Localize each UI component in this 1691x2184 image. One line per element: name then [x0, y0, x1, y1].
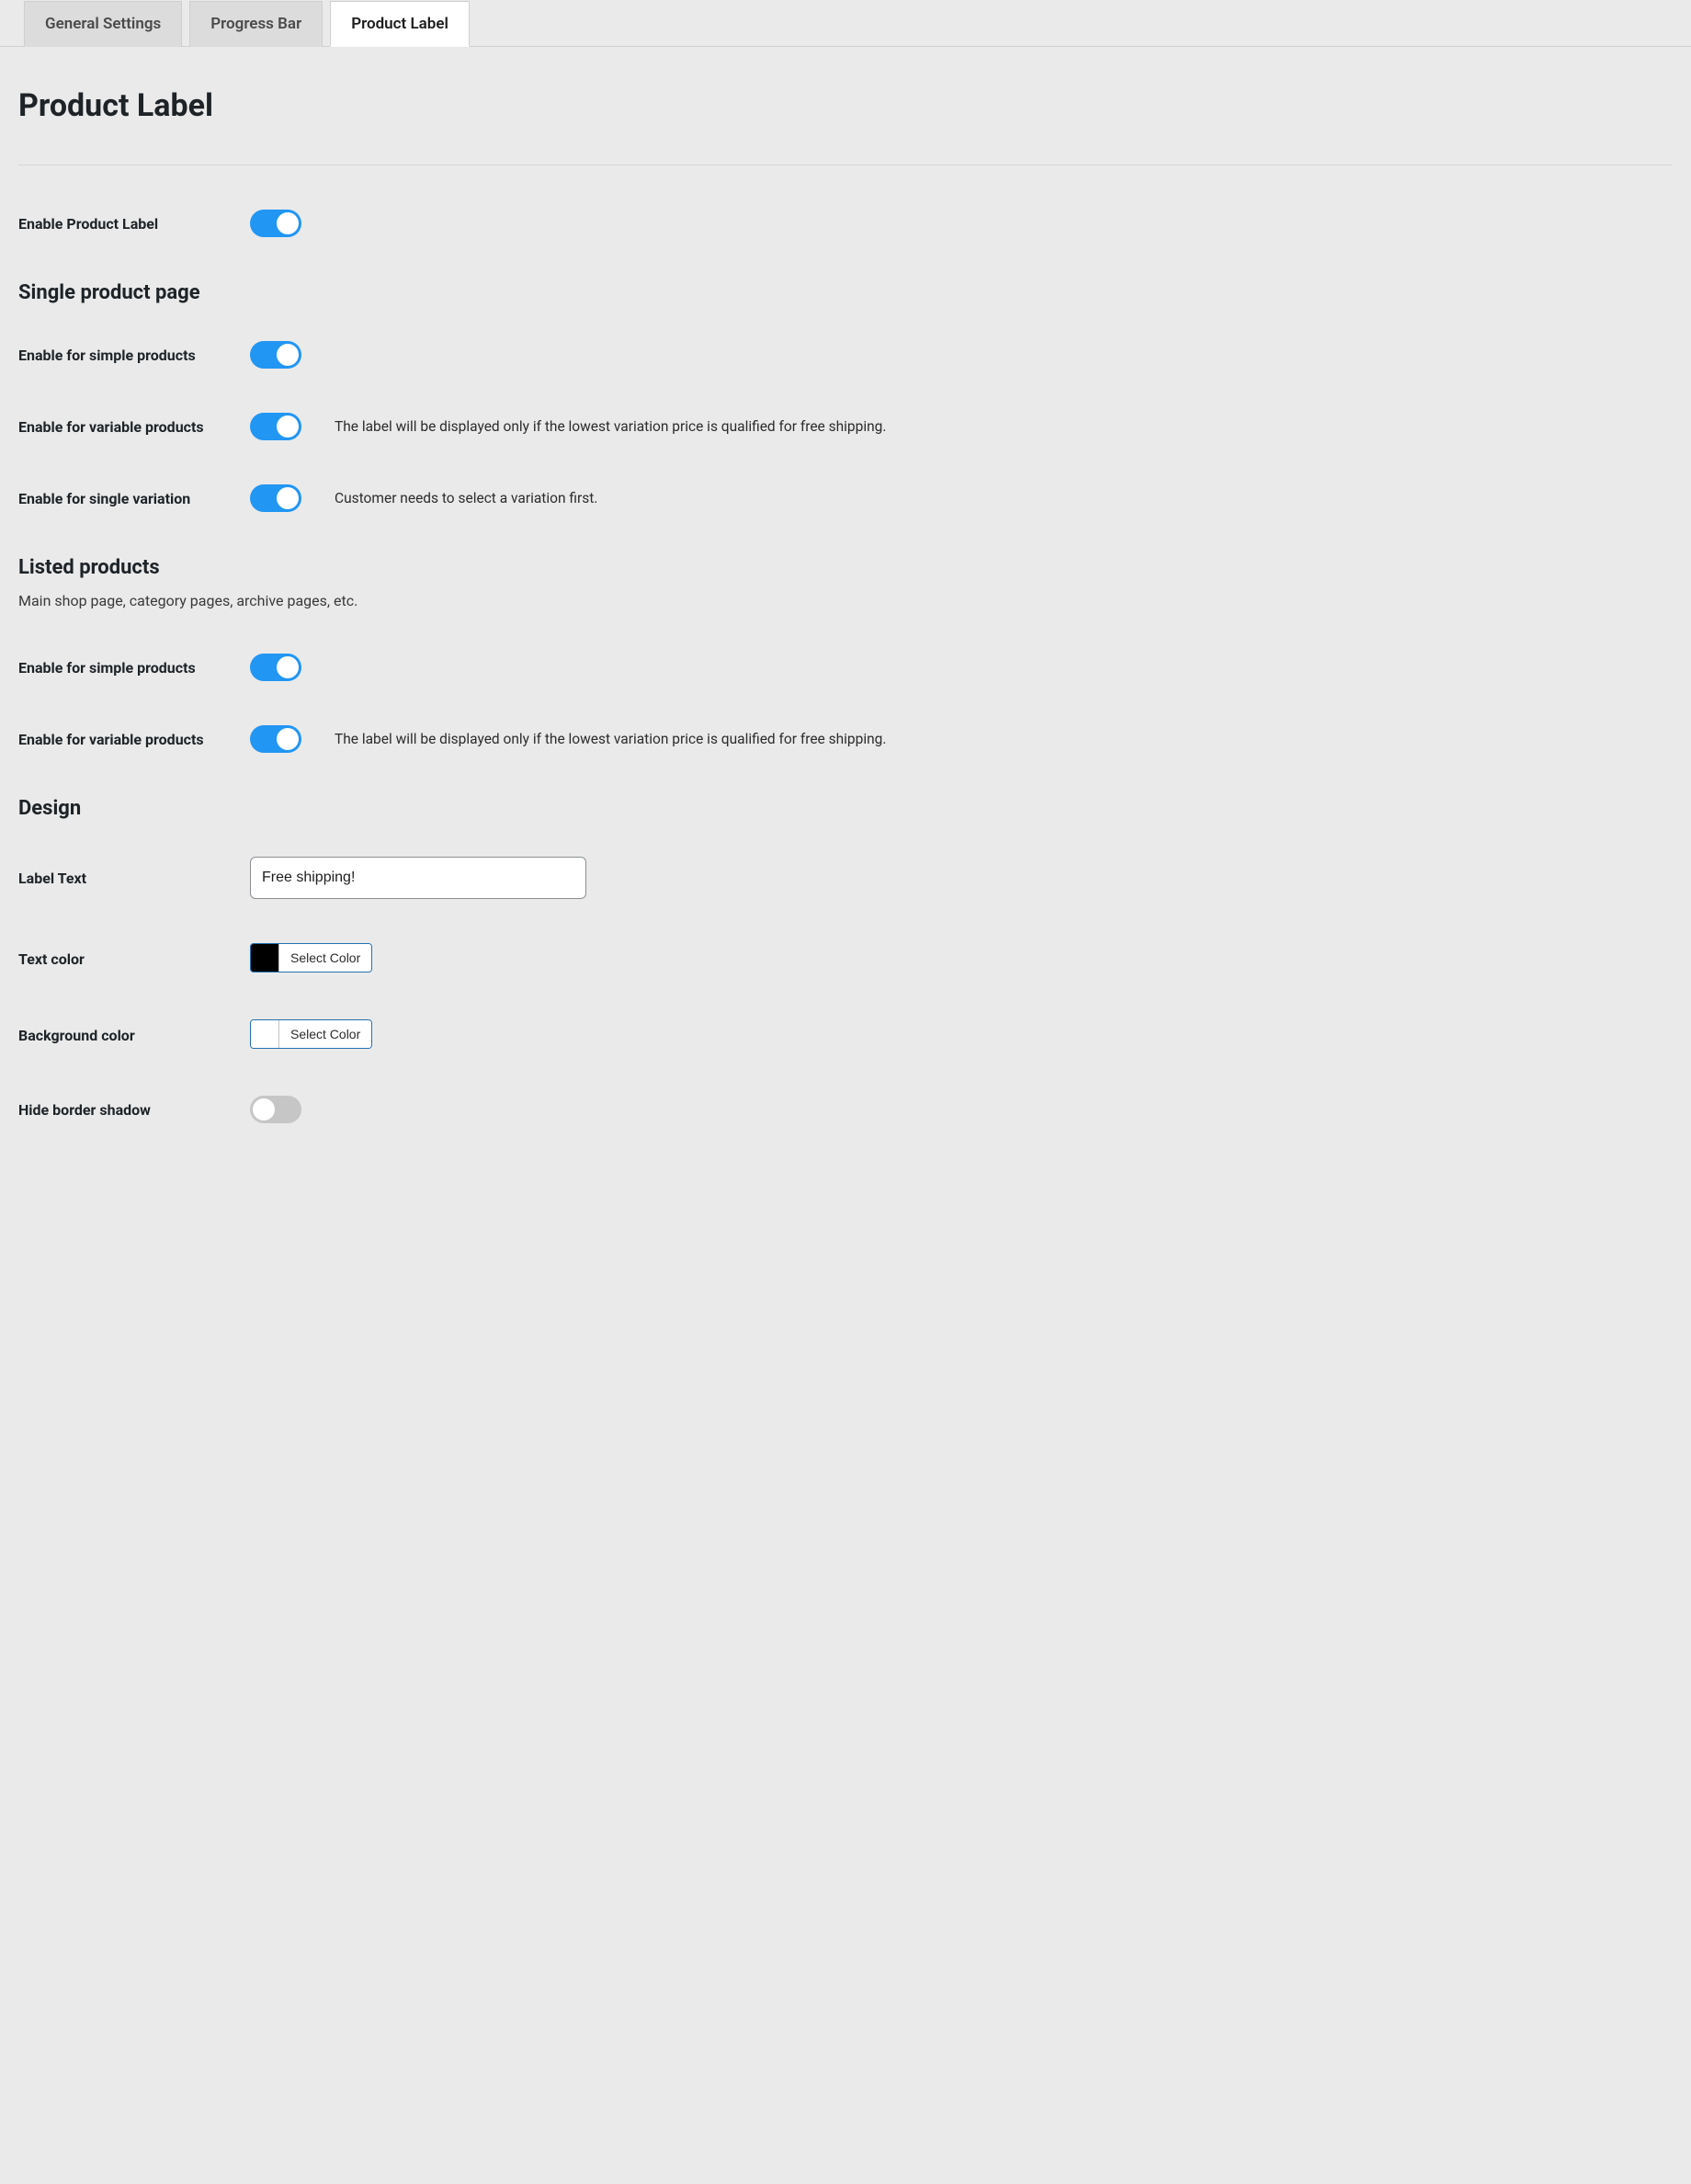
listed-variable-toggle[interactable] [250, 725, 301, 753]
single-simple-toggle[interactable] [250, 341, 301, 369]
bg-color-select-button[interactable]: Select Color [278, 1020, 371, 1048]
listed-heading: Listed products [18, 556, 1673, 579]
text-color-swatch[interactable] [251, 944, 278, 972]
label-text-label: Label Text [18, 870, 232, 887]
single-variable-desc: The label will be displayed only if the … [335, 418, 886, 435]
tab-progress-bar[interactable]: Progress Bar [189, 1, 323, 47]
design-heading: Design [18, 797, 1673, 820]
text-color-label: Text color [18, 950, 232, 968]
tab-general-settings[interactable]: General Settings [24, 1, 182, 47]
listed-simple-label: Enable for simple products [18, 659, 232, 677]
single-variation-desc: Customer needs to select a variation fir… [335, 490, 597, 506]
label-text-input[interactable] [250, 857, 586, 899]
settings-tabs: General Settings Progress Bar Product La… [0, 0, 1691, 47]
hide-shadow-toggle[interactable] [250, 1096, 301, 1123]
listed-variable-label: Enable for variable products [18, 731, 232, 748]
single-product-heading: Single product page [18, 281, 1673, 304]
single-variation-toggle[interactable] [250, 484, 301, 512]
enable-product-label-toggle[interactable] [250, 210, 301, 237]
text-color-select-button[interactable]: Select Color [278, 944, 371, 972]
bg-color-picker: Select Color [250, 1019, 372, 1049]
bg-color-label: Background color [18, 1027, 232, 1044]
listed-variable-desc: The label will be displayed only if the … [335, 731, 886, 747]
single-variable-toggle[interactable] [250, 413, 301, 440]
listed-subheading: Main shop page, category pages, archive … [18, 592, 1673, 609]
tab-product-label[interactable]: Product Label [330, 1, 470, 47]
text-color-picker: Select Color [250, 943, 372, 973]
hide-shadow-label: Hide border shadow [18, 1101, 232, 1119]
bg-color-swatch[interactable] [251, 1020, 278, 1048]
listed-simple-toggle[interactable] [250, 654, 301, 681]
single-variation-label: Enable for single variation [18, 490, 232, 507]
single-simple-label: Enable for simple products [18, 347, 232, 364]
single-variable-label: Enable for variable products [18, 418, 232, 436]
page-title: Product Label [18, 87, 1673, 124]
enable-product-label-label: Enable Product Label [18, 215, 232, 233]
